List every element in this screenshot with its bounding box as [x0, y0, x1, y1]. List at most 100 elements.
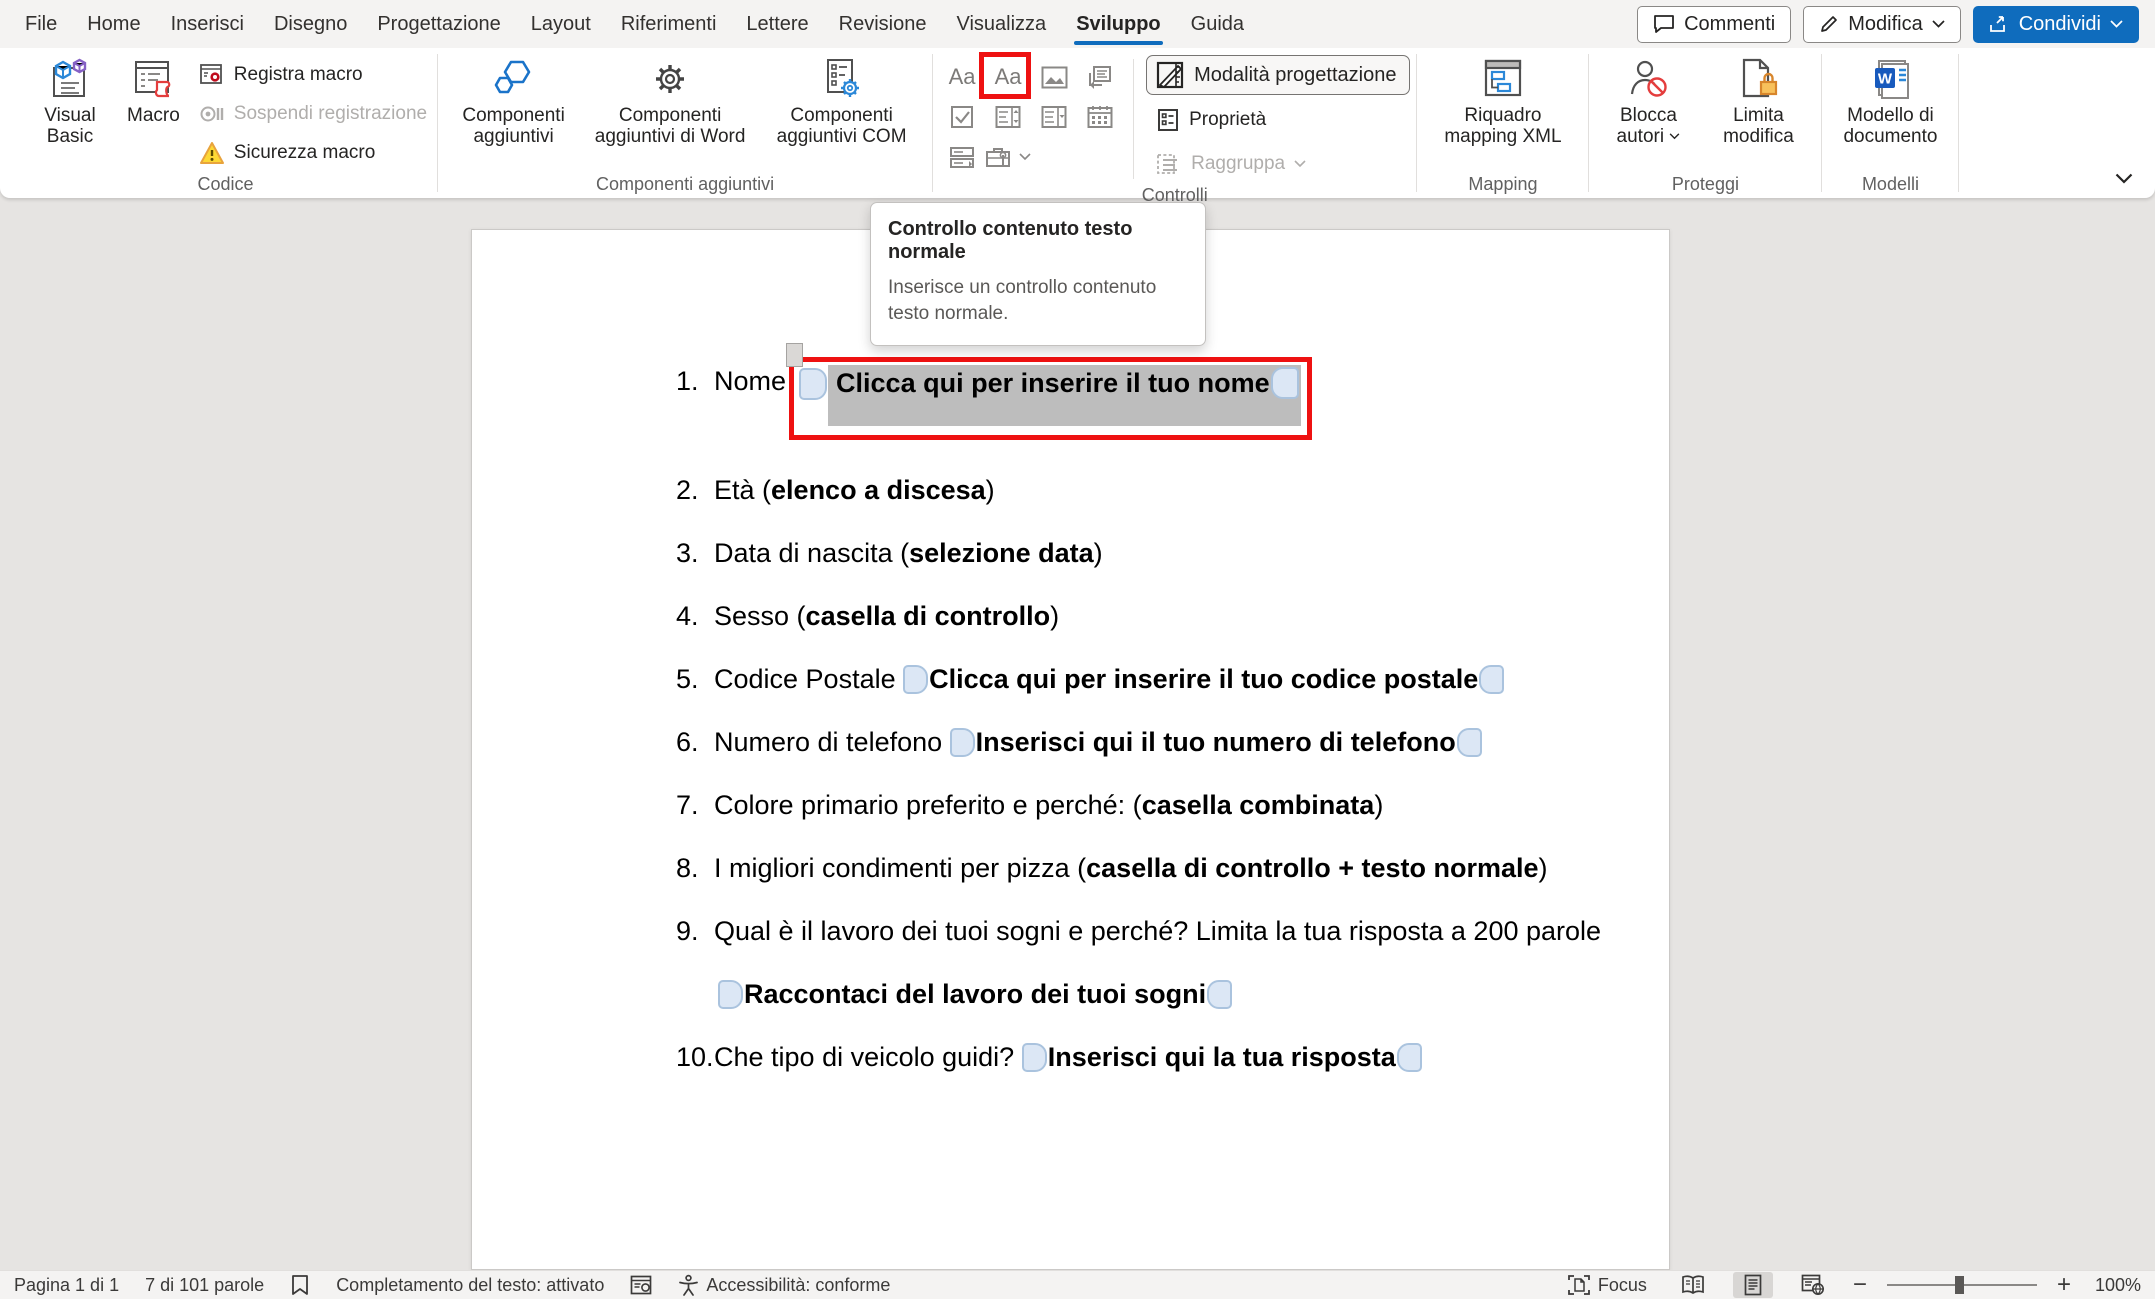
macro-label: Macro: [127, 105, 180, 126]
zoom-slider-handle[interactable]: [1955, 1276, 1964, 1294]
content-control-placeholder[interactable]: Inserisci qui la tua risposta: [1048, 1042, 1396, 1072]
group-label-proteggi: Proteggi: [1589, 172, 1821, 198]
text-completion-status[interactable]: Completamento del testo: attivato: [336, 1275, 604, 1296]
dropdown-list-control-button[interactable]: [1041, 105, 1067, 129]
proofing-status-button[interactable]: [290, 1274, 310, 1296]
date-picker-control-button[interactable]: [1087, 105, 1113, 129]
menu-tab-layout[interactable]: Layout: [516, 0, 606, 48]
menu-tab-progettazione[interactable]: Progettazione: [362, 0, 515, 48]
block-authors-label: Blocca autori: [1602, 105, 1694, 148]
list-number: 2.: [676, 472, 714, 509]
design-mode-toggle[interactable]: Modalità progettazione: [1146, 55, 1410, 95]
content-control[interactable]: Inserisci qui il tuo numero di telefono: [950, 727, 1482, 757]
menu-tab-riferimenti[interactable]: Riferimenti: [606, 0, 732, 48]
focus-mode-button[interactable]: Focus: [1567, 1274, 1647, 1296]
macro-security-button[interactable]: Sicurezza macro: [195, 133, 431, 172]
gear-icon: [648, 58, 692, 100]
plain-text-control-button[interactable]: Aa: [995, 64, 1022, 90]
zoom-slider[interactable]: [1887, 1284, 2037, 1286]
document-text: Qual è il lavoro dei tuoi sogni e perché…: [714, 916, 1601, 946]
properties-button[interactable]: Proprietà: [1146, 100, 1410, 139]
ribbon-group-controlli: Aa Aa: [933, 48, 1416, 198]
document-canvas: 1.NomeClicca qui per inserire il tuo nom…: [0, 198, 2155, 1270]
restrict-editing-button[interactable]: Limita modifica: [1701, 55, 1815, 151]
print-layout-button[interactable]: [1733, 1272, 1773, 1298]
menu-tab-bar: FileHomeInserisciDisegnoProgettazioneLay…: [0, 0, 1259, 48]
building-block-gallery-button[interactable]: [1087, 65, 1113, 89]
menu-tab-home[interactable]: Home: [72, 0, 155, 48]
pause-recording-label: Sospendi registrazione: [234, 103, 427, 125]
list-number: 9.: [676, 913, 714, 950]
document-template-button[interactable]: W Modello di documento: [1828, 55, 1952, 151]
combo-box-control-button[interactable]: [995, 105, 1021, 129]
content-control-placeholder[interactable]: Clicca qui per inserire il tuo codice po…: [929, 664, 1478, 694]
read-mode-button[interactable]: [1673, 1272, 1713, 1298]
editor-icon: [630, 1275, 652, 1295]
macro-button[interactable]: Macro: [120, 55, 187, 129]
block-authors-icon: [1626, 58, 1670, 100]
chevron-down-icon: [1294, 160, 1306, 168]
collapse-ribbon-button[interactable]: [2115, 173, 2133, 184]
chevron-down-icon: [1932, 20, 1945, 28]
ribbon: Visual Basic Macro: [0, 48, 2155, 198]
zoom-level[interactable]: 100%: [2095, 1275, 2141, 1296]
list-item: 8.I migliori condimenti per pizza (casel…: [676, 850, 1629, 887]
document-text: Numero di telefono: [714, 727, 950, 757]
visual-basic-label: Visual Basic: [27, 105, 113, 148]
word-addins-button[interactable]: Componenti aggiuntivi di Word: [583, 55, 757, 151]
menu-tab-file[interactable]: File: [10, 0, 72, 48]
xml-mapping-pane-button[interactable]: Riquadro mapping XML: [1423, 55, 1582, 151]
accessibility-status-button[interactable]: Accessibilità: conforme: [678, 1274, 890, 1296]
titlebar-actions: Commenti Modifica Condividi: [1637, 6, 2155, 43]
content-control-handle[interactable]: [786, 343, 803, 367]
repeating-section-control-button[interactable]: [949, 145, 975, 169]
content-control-placeholder[interactable]: Raccontaci del lavoro dei tuoi sogni: [744, 979, 1206, 1009]
com-addins-button[interactable]: Componenti aggiuntivi COM: [757, 55, 926, 151]
block-authors-button[interactable]: Blocca autori: [1595, 55, 1701, 151]
content-control-bracket-icon: [1397, 1043, 1422, 1072]
document-text: Codice Postale: [714, 664, 903, 694]
visual-basic-button[interactable]: Visual Basic: [20, 55, 120, 151]
group-label-codice: Codice: [14, 172, 437, 198]
word-count[interactable]: 7 di 101 parole: [145, 1275, 264, 1296]
menu-tab-guida[interactable]: Guida: [1176, 0, 1259, 48]
annotated-content-control[interactable]: Clicca qui per inserire il tuo nome: [789, 357, 1312, 440]
document-text: Colore primario preferito e perché: (: [714, 790, 1142, 820]
picture-control-button[interactable]: [1041, 66, 1068, 89]
inner-separator: [1133, 59, 1134, 179]
content-control-placeholder[interactable]: Clicca qui per inserire il tuo nome: [828, 365, 1301, 426]
share-button[interactable]: Condividi: [1973, 6, 2139, 43]
zoom-out-button[interactable]: −: [1853, 1273, 1867, 1297]
document-page: 1.NomeClicca qui per inserire il tuo nom…: [471, 229, 1670, 1270]
menu-tab-lettere[interactable]: Lettere: [731, 0, 823, 48]
content-control[interactable]: Inserisci qui la tua risposta: [1022, 1042, 1422, 1072]
group-label-modelli: Modelli: [1822, 172, 1958, 198]
restrict-editing-label: Limita modifica: [1708, 105, 1808, 148]
editor-button[interactable]: [630, 1275, 652, 1295]
menu-tab-sviluppo[interactable]: Sviluppo: [1061, 0, 1175, 48]
menu-tab-visualizza[interactable]: Visualizza: [942, 0, 1062, 48]
record-macro-button[interactable]: Registra macro: [195, 55, 431, 94]
content-control-placeholder[interactable]: Inserisci qui il tuo numero di telefono: [976, 727, 1456, 757]
svg-text:W: W: [1878, 71, 1893, 88]
content-control-bracket-icon: [903, 665, 928, 694]
content-control[interactable]: Raccontaci del lavoro dei tuoi sogni: [718, 976, 1232, 1013]
checkbox-control-button[interactable]: [950, 105, 974, 129]
macro-security-label: Sicurezza macro: [234, 142, 376, 164]
addins-button[interactable]: Componenti aggiuntivi: [444, 55, 583, 151]
zoom-in-button[interactable]: +: [2057, 1273, 2071, 1297]
chevron-down-icon: [2110, 20, 2123, 28]
page-indicator[interactable]: Pagina 1 di 1: [14, 1275, 119, 1296]
menu-tab-disegno[interactable]: Disegno: [259, 0, 362, 48]
comments-button[interactable]: Commenti: [1637, 6, 1791, 43]
legacy-tools-button[interactable]: [985, 145, 1031, 169]
menu-tab-inserisci[interactable]: Inserisci: [156, 0, 259, 48]
menu-tab-revisione[interactable]: Revisione: [824, 0, 942, 48]
addin-hexagon-icon: [491, 58, 537, 100]
edit-mode-button[interactable]: Modifica: [1803, 6, 1960, 43]
content-control[interactable]: Clicca qui per inserire il tuo codice po…: [903, 664, 1504, 694]
document-text: ): [1539, 853, 1548, 883]
web-layout-button[interactable]: [1793, 1272, 1833, 1298]
rich-text-control-button[interactable]: Aa: [949, 64, 976, 90]
list-item: 5.Codice Postale Clicca qui per inserire…: [676, 661, 1629, 698]
